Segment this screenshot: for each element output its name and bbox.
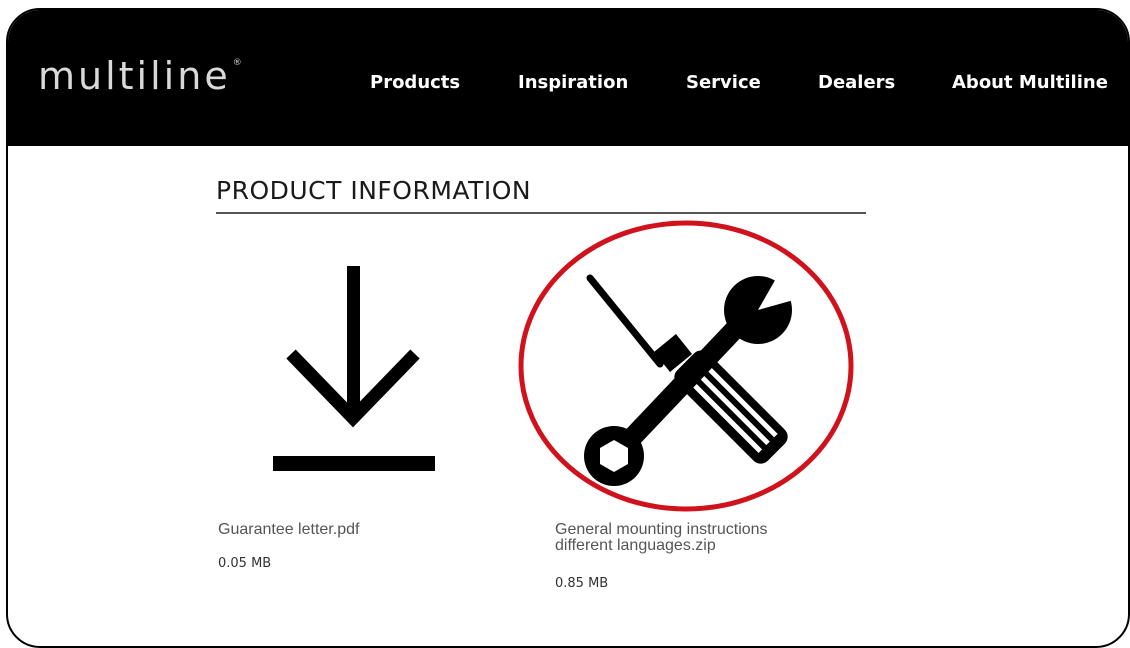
section-title: PRODUCT INFORMATION [216, 176, 532, 205]
main-content: PRODUCT INFORMATION Guarantee letter.pdf… [8, 146, 1128, 646]
nav-item-dealers[interactable]: Dealers [818, 72, 895, 93]
main-navigation: Products Inspiration Service Dealers Abo… [8, 72, 1128, 100]
browser-frame: multiline ® Products Inspiration Service … [6, 8, 1130, 648]
nav-item-inspiration[interactable]: Inspiration [518, 72, 628, 93]
nav-item-about-multiline[interactable]: About Multiline [952, 72, 1108, 93]
file-size-mounting-instructions: 0.85 MB [555, 576, 609, 591]
nav-item-products[interactable]: Products [370, 72, 460, 93]
file-size-guarantee-letter: 0.05 MB [218, 556, 272, 571]
section-divider [216, 212, 866, 214]
tools-icon[interactable] [568, 266, 808, 496]
site-header: multiline ® Products Inspiration Service … [8, 10, 1128, 146]
file-link-mounting-instructions[interactable]: General mounting instructions different … [555, 522, 768, 554]
file-name-line-1: General mounting instructions [555, 521, 768, 538]
file-name-line-2: different languages.zip [555, 537, 716, 554]
nav-item-service[interactable]: Service [686, 72, 761, 93]
registered-mark: ® [232, 58, 245, 68]
download-icon[interactable] [263, 266, 443, 486]
file-link-guarantee-letter[interactable]: Guarantee letter.pdf [218, 522, 359, 538]
